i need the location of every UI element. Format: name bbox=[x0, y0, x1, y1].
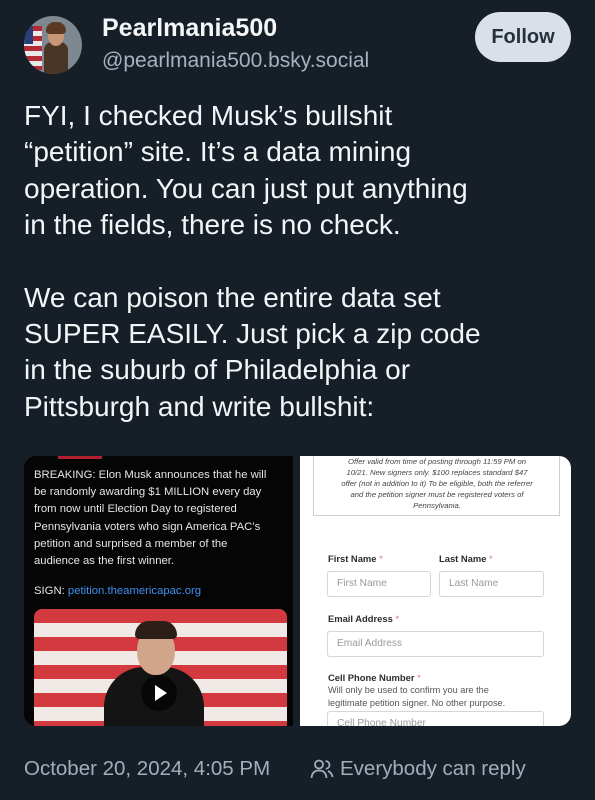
post-line: operation. You can just put anything bbox=[24, 172, 468, 204]
embedded-image-form[interactable]: Offer valid from time of posting through… bbox=[300, 456, 571, 726]
post-line: “petition” site. It’s a data mining bbox=[24, 136, 412, 168]
post-line: Pittsburgh and write bullshit: bbox=[24, 390, 375, 422]
email-label: Email Address * bbox=[328, 613, 400, 624]
video-thumbnail bbox=[34, 609, 287, 726]
last-name-label: Last Name * bbox=[439, 553, 493, 564]
offer-text: Offer valid from time of posting through… bbox=[341, 457, 533, 510]
people-icon bbox=[310, 759, 334, 779]
author-handle[interactable]: @pearlmania500.bsky.social bbox=[102, 49, 369, 73]
post-line: in the suburb of Philadelphia or bbox=[24, 354, 411, 386]
post-timestamp[interactable]: October 20, 2024, 4:05 PM bbox=[24, 757, 270, 781]
post-line: SUPER EASILY. Just pick a zip code bbox=[24, 318, 481, 350]
avatar[interactable] bbox=[24, 16, 82, 74]
phone-label: Cell Phone Number * bbox=[328, 672, 421, 683]
first-name-field: First Name bbox=[327, 571, 431, 597]
post-line: We can poison the entire data set bbox=[24, 281, 441, 313]
sign-line: SIGN: petition.theamericapac.org bbox=[34, 585, 202, 597]
first-name-label: First Name * bbox=[328, 553, 383, 564]
petition-link: petition.theamericapac.org bbox=[67, 585, 202, 597]
embedded-image-news[interactable]: BREAKING: Elon Musk announces that he wi… bbox=[24, 456, 293, 726]
phone-note: Will only be used to confirm you are the… bbox=[328, 685, 506, 708]
follow-button[interactable]: Follow bbox=[475, 12, 571, 62]
phone-field: Cell Phone Number bbox=[327, 711, 544, 726]
email-field: Email Address bbox=[327, 631, 544, 657]
last-name-field: Last Name bbox=[439, 571, 544, 597]
author-display-name[interactable]: Pearlmania500 bbox=[102, 14, 277, 43]
post-text: FYI, I checked Musk’s bullshit “petition… bbox=[24, 98, 574, 425]
play-icon bbox=[141, 675, 177, 711]
post-line: FYI, I checked Musk’s bullshit bbox=[24, 100, 393, 131]
post-line: in the fields, there is no check. bbox=[24, 209, 401, 241]
reply-setting[interactable]: Everybody can reply bbox=[340, 757, 526, 781]
news-text: BREAKING: Elon Musk announces that he wi… bbox=[34, 469, 267, 568]
